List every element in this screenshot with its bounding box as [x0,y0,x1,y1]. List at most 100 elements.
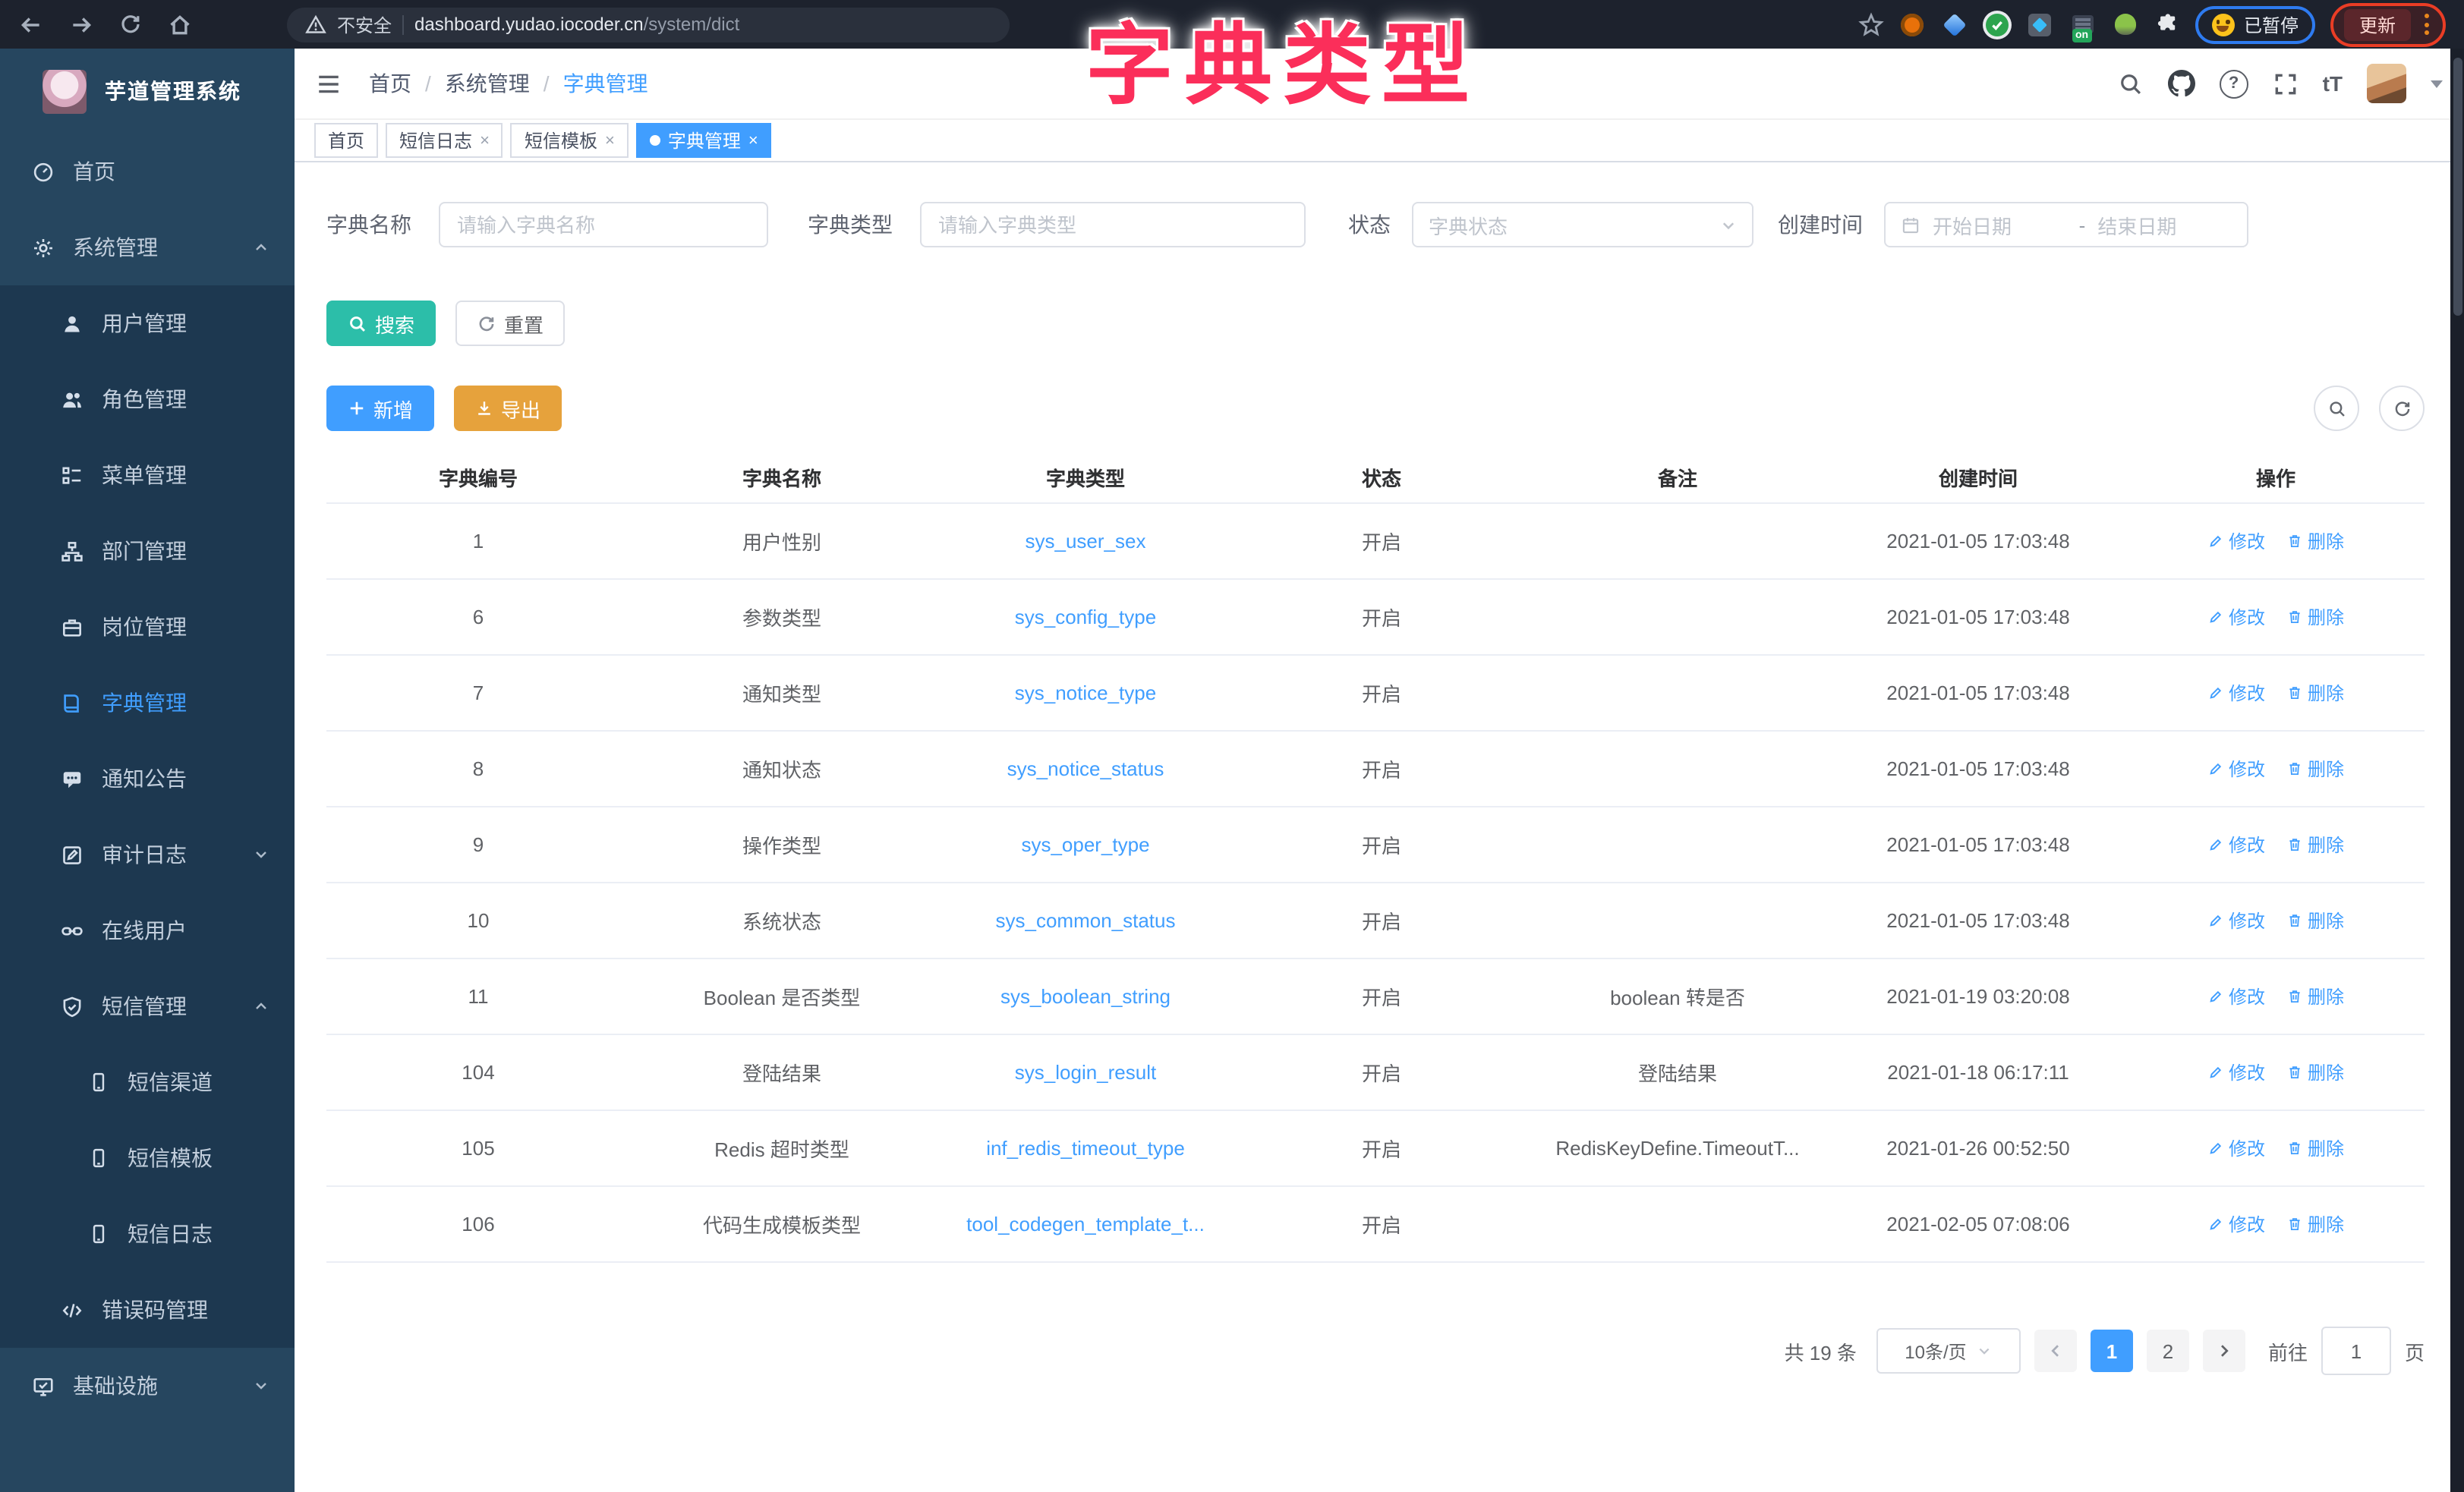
prev-page-button[interactable] [2034,1330,2077,1372]
date-range-picker[interactable]: 开始日期 - 结束日期 [1884,202,2248,247]
sidebar-item-user-mgmt[interactable]: 用户管理 [0,285,295,361]
sidebar-item-menu-mgmt[interactable]: 菜单管理 [0,437,295,513]
close-icon[interactable]: × [480,131,490,150]
next-page-button[interactable] [2203,1330,2245,1372]
dict-type-link[interactable]: sys_boolean_string [1000,985,1171,1008]
dict-type-link[interactable]: sys_oper_type [1021,833,1149,856]
sidebar-item-infrastructure[interactable]: 基础设施 [0,1348,295,1424]
app-logo[interactable]: 芋道管理系统 [0,49,295,134]
browser-forward-button[interactable] [68,11,94,37]
sidebar-item-sms-template[interactable]: 短信模板 [0,1120,295,1196]
edit-button[interactable]: 修改 [2207,984,2265,1009]
sidebar-item-role-mgmt[interactable]: 角色管理 [0,361,295,437]
status-select[interactable]: 字典状态 [1412,202,1753,247]
dict-type-input[interactable] [920,202,1306,247]
edit-button[interactable]: 修改 [2207,680,2265,706]
dict-type-link[interactable]: tool_codegen_template_t... [966,1213,1205,1235]
add-button[interactable]: 新增 [326,386,434,431]
sidebar-item-audit-log[interactable]: 审计日志 [0,817,295,892]
end-date-input[interactable]: 结束日期 [2097,210,2232,239]
edit-button[interactable]: 修改 [2207,528,2265,554]
close-icon[interactable]: × [748,131,758,150]
sidebar-item-online-users[interactable]: 在线用户 [0,892,295,968]
dict-name-input[interactable] [439,202,768,247]
delete-button[interactable]: 删除 [2286,1135,2344,1161]
sidebar-item-sms-log[interactable]: 短信日志 [0,1196,295,1272]
edit-button[interactable]: 修改 [2207,1211,2265,1237]
reset-button[interactable]: 重置 [455,301,565,346]
delete-button[interactable]: 删除 [2286,680,2344,706]
extension-orange-icon[interactable] [1899,11,1927,38]
refresh-table-button[interactable] [2379,386,2425,431]
delete-button[interactable]: 删除 [2286,604,2344,630]
address-bar[interactable]: 不安全 dashboard.yudao.iocoder.cn/system/di… [287,7,1010,42]
help-button[interactable]: ? [2220,69,2248,98]
tab-sms-template[interactable]: 短信模板× [511,123,629,158]
dict-type-link[interactable]: sys_notice_status [1007,757,1164,780]
fullscreen-button[interactable] [2273,71,2299,96]
page-button-1[interactable]: 1 [2091,1330,2133,1372]
browser-update-button[interactable]: 更新 [2344,8,2411,40]
delete-button[interactable]: 删除 [2286,528,2344,554]
delete-button[interactable]: 删除 [2286,908,2344,933]
sidebar-item-sms-channel[interactable]: 短信渠道 [0,1044,295,1120]
sidebar-item-post-mgmt[interactable]: 岗位管理 [0,589,295,665]
close-icon[interactable]: × [605,131,615,150]
page-button-2[interactable]: 2 [2147,1330,2189,1372]
user-avatar[interactable] [2367,64,2406,103]
header-search-button[interactable] [2118,71,2144,96]
search-button[interactable]: 搜索 [326,301,436,346]
sidebar-item-home[interactable]: 首页 [0,134,295,209]
font-size-button[interactable]: tT [2323,71,2343,96]
delete-button[interactable]: 删除 [2286,756,2344,782]
browser-menu-button[interactable] [2421,14,2432,35]
delete-button[interactable]: 删除 [2286,832,2344,858]
toggle-search-button[interactable] [2314,386,2359,431]
extension-diamond-icon[interactable] [2027,11,2054,38]
extensions-puzzle-button[interactable] [2154,11,2180,37]
edit-button[interactable]: 修改 [2207,1135,2265,1161]
scrollbar-thumb[interactable] [2453,58,2462,316]
edit-button[interactable]: 修改 [2207,1059,2265,1085]
bookmark-star-button[interactable] [1858,11,1884,37]
sidebar-item-dept-mgmt[interactable]: 部门管理 [0,513,295,589]
tab-home[interactable]: 首页 [314,123,378,158]
sidebar-item-notice[interactable]: 通知公告 [0,741,295,817]
start-date-input[interactable]: 开始日期 [1933,210,2067,239]
dict-type-link[interactable]: sys_user_sex [1026,530,1146,552]
sidebar-item-sms-mgmt[interactable]: 短信管理 [0,968,295,1044]
delete-button[interactable]: 删除 [2286,1059,2344,1085]
dict-type-link[interactable]: sys_config_type [1015,606,1156,628]
dict-type-link[interactable]: sys_login_result [1015,1061,1156,1084]
breadcrumb-home[interactable]: 首页 [369,68,411,99]
profile-emoji-icon[interactable] [2212,13,2235,36]
tab-dict-mgmt[interactable]: 字典管理× [636,123,772,158]
sidebar-item-system-mgmt[interactable]: 系统管理 [0,209,295,285]
edit-button[interactable]: 修改 [2207,832,2265,858]
extension-green-check-icon[interactable] [1984,11,2012,38]
browser-scrollbar[interactable] [2450,49,2464,1492]
sidebar-collapse-button[interactable] [316,71,342,96]
edit-button[interactable]: 修改 [2207,908,2265,933]
edit-button[interactable]: 修改 [2207,604,2265,630]
breadcrumb-system[interactable]: 系统管理 [445,68,530,99]
sidebar-item-error-code[interactable]: 错误码管理 [0,1272,295,1348]
delete-button[interactable]: 删除 [2286,1211,2344,1237]
browser-reload-button[interactable] [118,12,143,36]
dict-type-link[interactable]: sys_notice_type [1015,681,1156,704]
dict-type-link[interactable]: inf_redis_timeout_type [986,1137,1185,1160]
tab-sms-log[interactable]: 短信日志× [386,123,503,158]
extension-leaf-icon[interactable] [2112,11,2139,38]
delete-button[interactable]: 删除 [2286,984,2344,1009]
browser-home-button[interactable] [167,11,193,37]
page-size-select[interactable]: 10条/页 [1876,1328,2021,1374]
browser-back-button[interactable] [18,11,44,37]
goto-page-input[interactable] [2321,1327,2391,1375]
github-link[interactable] [2168,70,2195,97]
extension-gem-icon[interactable] [1942,11,1969,38]
extension-on-icon[interactable]: on [2069,11,2097,38]
edit-button[interactable]: 修改 [2207,756,2265,782]
export-button[interactable]: 导出 [454,386,562,431]
dict-type-link[interactable]: sys_common_status [996,909,1176,932]
sidebar-item-dict-mgmt[interactable]: 字典管理 [0,665,295,741]
